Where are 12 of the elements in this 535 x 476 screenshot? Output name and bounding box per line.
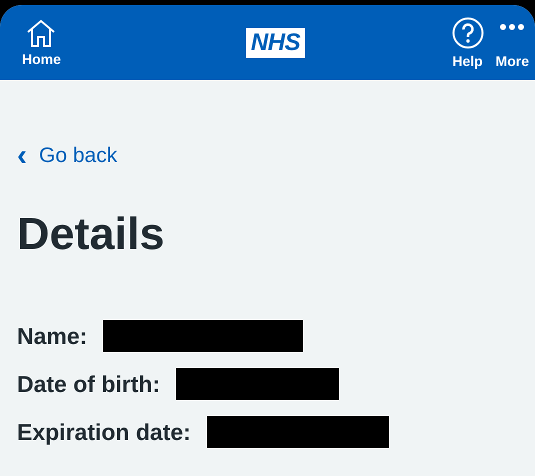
logo: NHS xyxy=(246,28,306,58)
more-button[interactable]: More xyxy=(496,16,529,68)
help-icon xyxy=(452,16,484,48)
field-label: Date of birth: xyxy=(17,370,160,398)
home-icon xyxy=(26,18,56,46)
field-label: Expiration date: xyxy=(17,418,191,446)
home-button[interactable]: Home xyxy=(22,18,61,66)
help-button[interactable]: Help xyxy=(452,16,484,68)
back-link[interactable]: ‹ Go back xyxy=(17,144,118,168)
field-label: Name: xyxy=(17,322,88,350)
more-icon xyxy=(499,24,526,30)
page-title: Details xyxy=(17,208,166,260)
